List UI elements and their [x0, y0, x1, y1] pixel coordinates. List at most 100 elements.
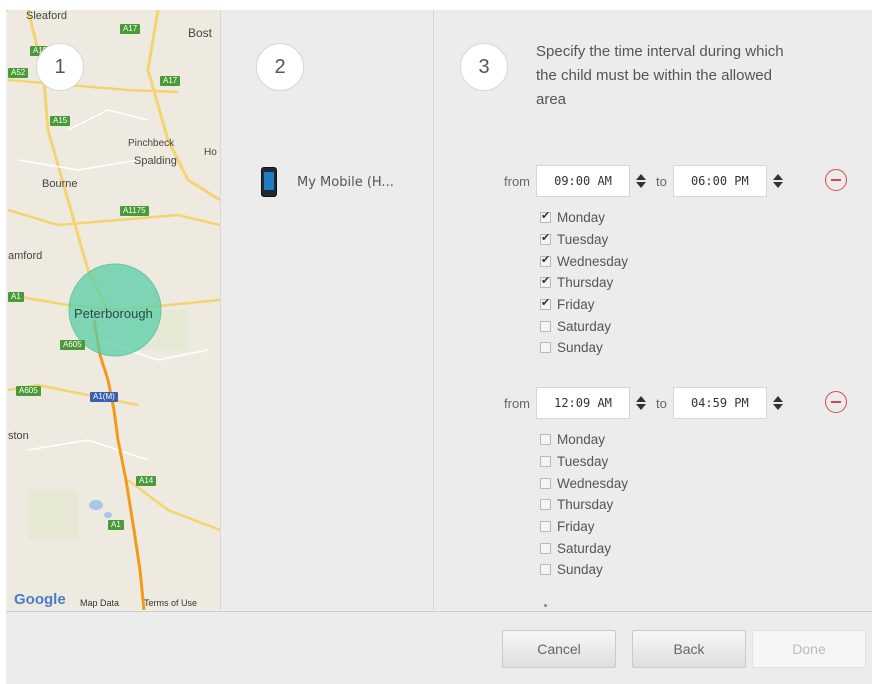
- to-time-input[interactable]: 04:59 PM: [672, 387, 767, 419]
- step-indicator-2: 2: [256, 43, 304, 91]
- day-checkbox-sunday[interactable]: Sunday: [540, 559, 628, 581]
- device-pane: 2 My Mobile (H...: [221, 10, 434, 610]
- terms-of-use-link[interactable]: Terms of Use: [144, 598, 197, 608]
- road-shield: A52: [8, 68, 29, 78]
- checkbox[interactable]: [540, 499, 551, 511]
- day-label: Saturday: [557, 540, 612, 556]
- road-shield: A15: [50, 116, 71, 126]
- remove-interval-icon[interactable]: [825, 391, 847, 413]
- spinner-down-icon[interactable]: [636, 404, 646, 410]
- map-label: Bost: [188, 26, 213, 40]
- day-checkbox-wednesday[interactable]: Wednesday: [540, 250, 628, 272]
- day-label: Tuesday: [557, 232, 609, 248]
- from-label: from: [504, 173, 530, 189]
- day-label: Wednesday: [557, 253, 629, 269]
- day-label: Friday: [557, 519, 595, 535]
- schedule-pane: 3 Specify the time interval during which…: [434, 10, 872, 610]
- to-time-input[interactable]: 06:00 PM: [672, 165, 767, 197]
- device-name: My Mobile (H...: [297, 174, 394, 190]
- spinner-down-icon[interactable]: [636, 182, 646, 188]
- from-time-spinner[interactable]: [634, 165, 648, 197]
- day-checkbox-wednesday[interactable]: Wednesday: [540, 472, 628, 494]
- day-label: Sunday: [557, 340, 603, 356]
- spinner-up-icon[interactable]: [636, 174, 646, 180]
- to-label: to: [656, 395, 667, 411]
- day-checkbox-friday[interactable]: Friday: [540, 516, 628, 538]
- road-shield: A17: [120, 24, 141, 34]
- mobile-phone-icon: [261, 167, 277, 197]
- checkbox[interactable]: [540, 434, 551, 446]
- remove-interval-icon[interactable]: [825, 169, 847, 191]
- day-label: Saturday: [557, 318, 612, 334]
- road-shield: A1(M): [90, 392, 118, 402]
- map-data-link[interactable]: Map Data: [80, 598, 119, 608]
- from-time-input[interactable]: 12:09 AM: [536, 387, 630, 419]
- checkbox[interactable]: [540, 521, 551, 533]
- day-label: Sunday: [557, 562, 603, 578]
- day-list: Monday Tuesday Wednesday Thursday Friday…: [540, 429, 628, 581]
- map-label: Pinchbeck: [128, 138, 175, 149]
- day-checkbox-monday[interactable]: Monday: [540, 429, 628, 451]
- day-checkbox-monday[interactable]: Monday: [540, 207, 628, 229]
- map-label: Bourne: [42, 178, 78, 190]
- checkbox[interactable]: [540, 209, 551, 224]
- map-label: Ho: [204, 147, 217, 158]
- to-time-spinner[interactable]: [771, 387, 785, 419]
- from-time-spinner[interactable]: [634, 387, 648, 419]
- day-label: Thursday: [557, 497, 614, 513]
- day-label: Thursday: [557, 275, 614, 291]
- done-button[interactable]: Done: [752, 630, 866, 668]
- spinner-up-icon[interactable]: [636, 396, 646, 402]
- checkbox[interactable]: [540, 342, 551, 354]
- step-indicator-3: 3: [460, 43, 508, 91]
- interval-time-row: from 12:09 AM to 04:59 PM: [504, 385, 793, 421]
- checkbox[interactable]: [540, 320, 551, 332]
- from-time-input[interactable]: 09:00 AM: [536, 165, 630, 197]
- map-view[interactable]: Sleaford Bost Pinchbeck Spalding Ho Bour…: [8, 10, 221, 610]
- day-label: Monday: [557, 432, 606, 448]
- day-checkbox-thursday[interactable]: Thursday: [540, 494, 628, 516]
- map-label: Spalding: [134, 155, 177, 167]
- google-logo: Google: [14, 591, 66, 608]
- map-label: Peterborough: [74, 306, 153, 321]
- spinner-up-icon[interactable]: [772, 396, 783, 402]
- road-shield: A1: [108, 520, 124, 530]
- day-checkbox-friday[interactable]: Friday: [540, 294, 628, 316]
- from-label: from: [504, 395, 530, 411]
- day-label: Friday: [557, 297, 595, 313]
- day-checkbox-thursday[interactable]: Thursday: [540, 272, 628, 294]
- checkbox[interactable]: [540, 296, 551, 311]
- day-checkbox-saturday[interactable]: Saturday: [540, 537, 628, 559]
- day-list: Monday Tuesday Wednesday Thursday Friday…: [540, 207, 628, 359]
- schedule-instructions: Specify the time interval during which t…: [536, 43, 784, 108]
- checkbox[interactable]: [540, 542, 551, 554]
- checkbox[interactable]: [540, 564, 551, 576]
- day-checkbox-saturday[interactable]: Saturday: [540, 315, 628, 337]
- day-label: Monday: [557, 210, 606, 226]
- to-time-spinner[interactable]: [771, 165, 785, 197]
- day-checkbox-tuesday[interactable]: Tuesday: [540, 229, 628, 251]
- back-button[interactable]: Back: [632, 630, 746, 668]
- day-checkbox-tuesday[interactable]: Tuesday: [540, 451, 628, 473]
- road-shield: A14: [136, 476, 157, 486]
- device-item[interactable]: My Mobile (H...: [261, 167, 394, 197]
- checkbox[interactable]: [540, 274, 551, 289]
- cancel-button[interactable]: Cancel: [502, 630, 616, 668]
- checkbox[interactable]: [540, 477, 551, 489]
- scroll-indicator: [544, 604, 547, 607]
- dialog-footer: Cancel Back Done: [6, 611, 872, 684]
- spinner-up-icon[interactable]: [772, 174, 783, 180]
- map-label: Sleaford: [26, 10, 67, 22]
- checkbox[interactable]: [540, 231, 551, 246]
- road-shield: A17: [160, 76, 181, 86]
- checkbox[interactable]: [540, 253, 551, 267]
- step-indicator-1: 1: [36, 43, 84, 91]
- checkbox[interactable]: [540, 456, 551, 468]
- to-label: to: [656, 173, 667, 189]
- map-label: ston: [8, 430, 29, 442]
- spinner-down-icon[interactable]: [772, 182, 783, 188]
- road-shield: A1: [8, 292, 24, 302]
- day-label: Wednesday: [557, 475, 629, 491]
- day-checkbox-sunday[interactable]: Sunday: [540, 337, 628, 359]
- spinner-down-icon[interactable]: [772, 404, 783, 410]
